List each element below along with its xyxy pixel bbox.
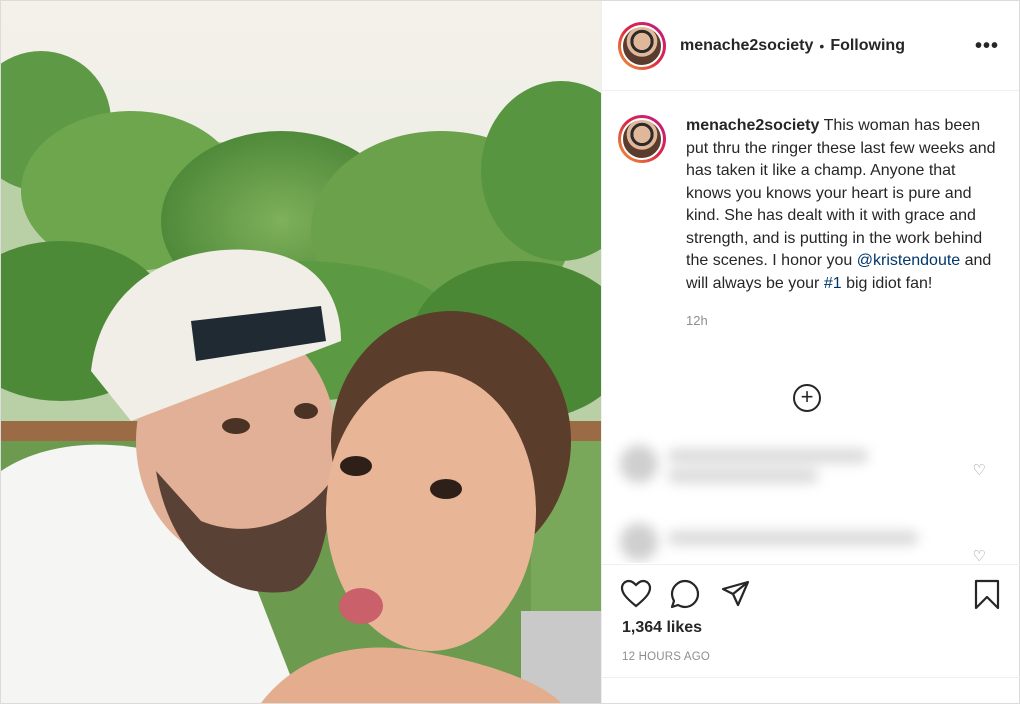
- action-bar: [602, 564, 1020, 620]
- header-username[interactable]: menache2society: [680, 37, 813, 55]
- comment-line: [668, 531, 918, 545]
- divider: [602, 677, 1020, 678]
- profile-avatar-ring[interactable]: [618, 21, 666, 70]
- comment-avatar: [620, 445, 658, 483]
- caption-text: menache2society This woman has been put …: [686, 115, 996, 295]
- post-header: menache2society • Following •••: [602, 1, 1019, 91]
- more-options-icon[interactable]: •••: [975, 35, 999, 58]
- like-heart-icon[interactable]: [620, 579, 652, 609]
- bookmark-icon[interactable]: [973, 579, 1001, 611]
- separator-dot: •: [819, 37, 825, 54]
- comment-row: [610, 443, 930, 487]
- post-timestamp[interactable]: 12 HOURS AGO: [622, 651, 710, 663]
- selfie-image: [1, 1, 601, 703]
- likes-count[interactable]: 1,364 likes: [622, 619, 702, 637]
- share-icon[interactable]: [720, 579, 752, 609]
- comment-row: [610, 521, 930, 563]
- comment-like-icon[interactable]: ♡: [973, 547, 986, 563]
- load-more-comments-icon[interactable]: +: [793, 384, 821, 412]
- avatar[interactable]: [621, 24, 663, 67]
- caption-avatar[interactable]: [621, 118, 663, 160]
- following-button[interactable]: Following: [830, 37, 905, 55]
- comment-line: [668, 469, 818, 483]
- instagram-post: menache2society • Following ••• menache2…: [0, 0, 1020, 704]
- comment-like-icon[interactable]: ♡: [973, 461, 986, 479]
- comment-avatar: [620, 523, 658, 561]
- caption-time[interactable]: 12h: [686, 313, 1019, 328]
- caption: menache2society This woman has been put …: [602, 91, 1019, 295]
- caption-body-3: big idiot fan!: [841, 274, 933, 292]
- mention-link[interactable]: @kristendoute: [857, 252, 960, 269]
- comment-icon[interactable]: [670, 579, 702, 609]
- caption-body-1: This woman has been put thru the ringer …: [686, 117, 996, 269]
- comment-line: [668, 449, 868, 463]
- plus-icon: +: [800, 384, 814, 409]
- comments-list: ♡ ♡: [602, 429, 1020, 563]
- caption-avatar-ring[interactable]: [618, 115, 666, 163]
- caption-username[interactable]: menache2society: [686, 117, 819, 134]
- post-photo[interactable]: [1, 1, 601, 703]
- hashtag-link[interactable]: #1: [824, 275, 842, 292]
- post-sidebar: menache2society • Following ••• menache2…: [601, 1, 1020, 703]
